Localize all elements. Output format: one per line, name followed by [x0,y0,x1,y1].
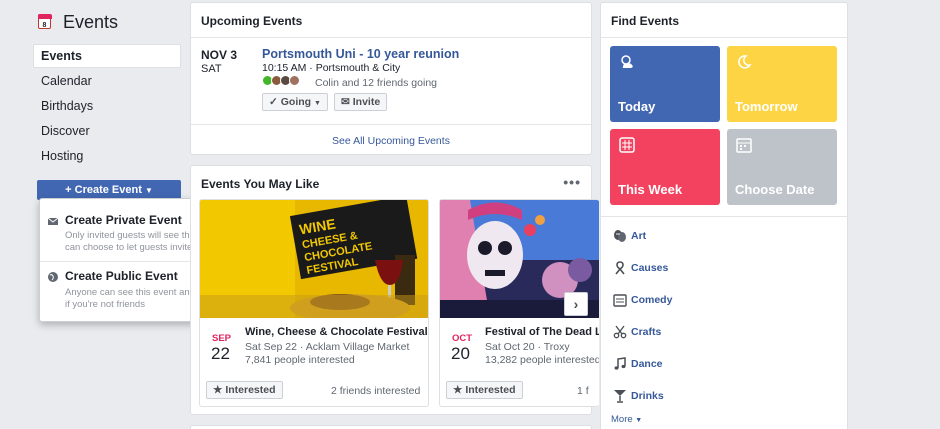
sidebar-item-calendar[interactable]: Calendar [33,69,181,93]
event-poster-image: WINE CHEESE & CHOCOLATE FESTIVAL [200,200,428,318]
upcoming-events-card: Upcoming Events NOV 3 SAT Portsmouth Uni… [190,2,592,155]
going-label: Going [280,96,312,108]
event-interested-count: 13,282 people interested [485,354,599,366]
divider [191,124,591,125]
choose-date-label: Choose Date [735,182,815,197]
today-tile[interactable]: Today [610,46,720,122]
sidebar-item-discover[interactable]: Discover [33,119,181,143]
create-private-event-title: Create Private Event [65,213,182,227]
divider [601,216,847,217]
invite-button[interactable]: ✉ Invite [334,93,388,111]
event-day: 22 [211,344,230,363]
next-card [190,425,592,429]
star-icon: ★ [453,384,463,396]
friend-avatars [262,75,310,89]
music-note-icon [614,357,626,370]
event-time-place: 10:15 AM · Portsmouth & City [262,62,401,74]
friends-going-text: Colin and 12 friends going [315,77,438,89]
event-interested-count: 7,841 people interested [245,354,355,366]
friends-interested-text: 2 friends interested [331,385,421,397]
scissors-icon [613,325,627,339]
category-label: Dance [631,358,663,370]
event-title[interactable]: Festival of The Dead Lo [485,326,599,338]
sun-cloud-icon [621,55,633,68]
category-label: Comedy [631,294,673,306]
event-weekday: SAT [201,63,222,75]
week-grid-icon [619,137,635,153]
envelope-icon: ✉ [341,96,350,108]
invite-label: Invite [352,96,381,108]
interested-label: Interested [465,384,516,396]
next-arrow-button[interactable]: › [564,292,588,316]
star-icon: ★ [213,384,223,396]
event-month: SEP [212,333,232,344]
caret-down-icon: ▼ [635,417,643,424]
tomorrow-label: Tomorrow [735,99,798,114]
theater-masks-icon [614,230,626,242]
category-label: Art [631,230,647,242]
interested-button[interactable]: ★ Interested [206,381,283,399]
event-card[interactable]: WINE CHEESE & CHOCOLATE FESTIVAL SEP 22 … [199,199,429,407]
more-options-icon[interactable]: ••• [563,174,581,190]
create-event-label: Create Event [74,184,142,196]
moon-icon [738,55,752,69]
today-label: Today [618,99,656,114]
interested-button[interactable]: ★ Interested [446,381,523,399]
events-you-may-like-card: Events You May Like ••• WINE CHEESE & CH… [190,165,599,415]
checkmark-icon: ✓ [269,96,278,108]
sidebar-item-hosting[interactable]: Hosting [33,144,181,168]
caret-down-icon: ▼ [144,186,153,195]
category-label: Causes [631,262,669,274]
more-categories-link[interactable]: More ▼ [611,414,642,425]
sidebar-item-events[interactable]: Events [33,44,181,68]
calendar-icon [736,138,752,153]
ribbon-icon [615,261,625,275]
category-label: Crafts [631,326,662,338]
this-week-tile[interactable]: This Week [610,129,720,205]
find-events-card: Find Events Today Tomorrow This Week Cho… [600,2,848,429]
this-week-label: This Week [618,182,683,197]
more-label: More [611,414,633,425]
upcoming-events-heading: Upcoming Events [201,14,303,28]
event-title-link[interactable]: Portsmouth Uni - 10 year reunion [262,47,459,61]
choose-date-tile[interactable]: Choose Date [727,129,837,205]
event-card[interactable]: › OCT 20 Festival of The Dead Lo Sat Oct… [439,199,599,407]
event-month: OCT [452,333,473,344]
envelope-icon [48,217,58,225]
events-calendar-icon: 8 [37,13,52,29]
create-public-event-title: Create Public Event [65,269,178,283]
category-label: Drinks [631,390,664,402]
cocktail-icon [614,390,626,403]
event-day: 20 [451,344,470,363]
create-event-button[interactable]: + Create Event ▼ [37,180,181,200]
comedy-icon [613,294,627,307]
divider [601,37,847,38]
find-events-heading: Find Events [611,14,680,28]
page-title: Events [63,12,119,32]
event-when: Sat Sep 22 · Acklam Village Market [245,341,410,353]
event-title[interactable]: Wine, Cheese & Chocolate Festival ... [245,326,428,338]
event-when: Sat Oct 20 · Troxy [485,341,570,353]
going-button[interactable]: ✓ Going ▼ [262,93,328,111]
wine-festival-poster: WINE CHEESE & CHOCOLATE FESTIVAL [200,200,428,318]
globe-icon [48,272,58,282]
interested-label: Interested [225,384,276,396]
friends-interested-text: 1 f [577,385,589,397]
event-date: NOV 3 [201,48,238,62]
divider [191,37,591,38]
caret-down-icon: ▼ [313,100,321,107]
tomorrow-tile[interactable]: Tomorrow [727,46,837,122]
plus-icon: + [65,184,72,196]
sidebar-item-birthdays[interactable]: Birthdays [33,94,181,118]
events-you-may-like-heading: Events You May Like [201,177,320,191]
see-all-upcoming-link[interactable]: See All Upcoming Events [191,135,591,147]
avatar[interactable] [289,75,300,86]
